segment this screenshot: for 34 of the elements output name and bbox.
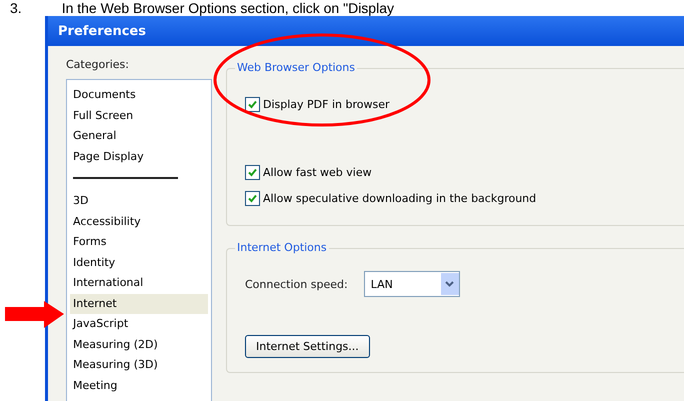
step-number: 3. xyxy=(10,0,22,16)
connection-speed-label: Connection speed: xyxy=(245,278,348,290)
category-item[interactable]: International xyxy=(70,273,208,294)
internet-settings-button[interactable]: Internet Settings... xyxy=(245,335,370,358)
checkmark-icon xyxy=(248,100,257,108)
category-item[interactable]: Measuring (2D) xyxy=(70,334,208,355)
checkbox-label: Display PDF in browser xyxy=(263,98,390,110)
category-item[interactable]: Full Screen xyxy=(70,106,208,126)
checkmark-icon xyxy=(248,168,257,176)
category-item[interactable]: General xyxy=(70,126,208,146)
category-item[interactable]: Meeting xyxy=(70,376,208,396)
category-item[interactable]: Accessibility xyxy=(70,212,208,232)
category-item[interactable]: Internet xyxy=(70,294,208,314)
category-item[interactable]: JavaScript xyxy=(70,314,208,334)
category-item[interactable]: Identity xyxy=(70,252,208,273)
group-title: Web Browser Options xyxy=(235,61,357,74)
checkbox[interactable] xyxy=(245,96,260,112)
checkbox[interactable] xyxy=(245,190,260,206)
group-title: Internet Options xyxy=(235,241,329,254)
checkbox-label: Allow speculative downloading in the background xyxy=(263,192,536,204)
window-title: Preferences xyxy=(48,16,684,46)
chevron-down-icon xyxy=(445,281,454,287)
checkbox[interactable] xyxy=(245,164,260,180)
category-item[interactable]: 3D xyxy=(70,191,208,212)
categories-label: Categories: xyxy=(66,58,130,71)
category-item[interactable]: Forms xyxy=(70,232,208,252)
connection-speed-dropdown[interactable]: LAN xyxy=(364,271,460,297)
checkbox-label: Allow fast web view xyxy=(263,166,372,178)
category-item[interactable]: Documents xyxy=(70,85,208,106)
instruction-text: In the Web Browser Options section, click on "Display xyxy=(62,0,394,16)
checkmark-icon xyxy=(248,194,257,202)
pointer-arrow xyxy=(5,301,64,328)
category-item[interactable]: Page Display xyxy=(70,146,208,167)
category-item[interactable]: Measuring (3D) xyxy=(70,355,208,376)
